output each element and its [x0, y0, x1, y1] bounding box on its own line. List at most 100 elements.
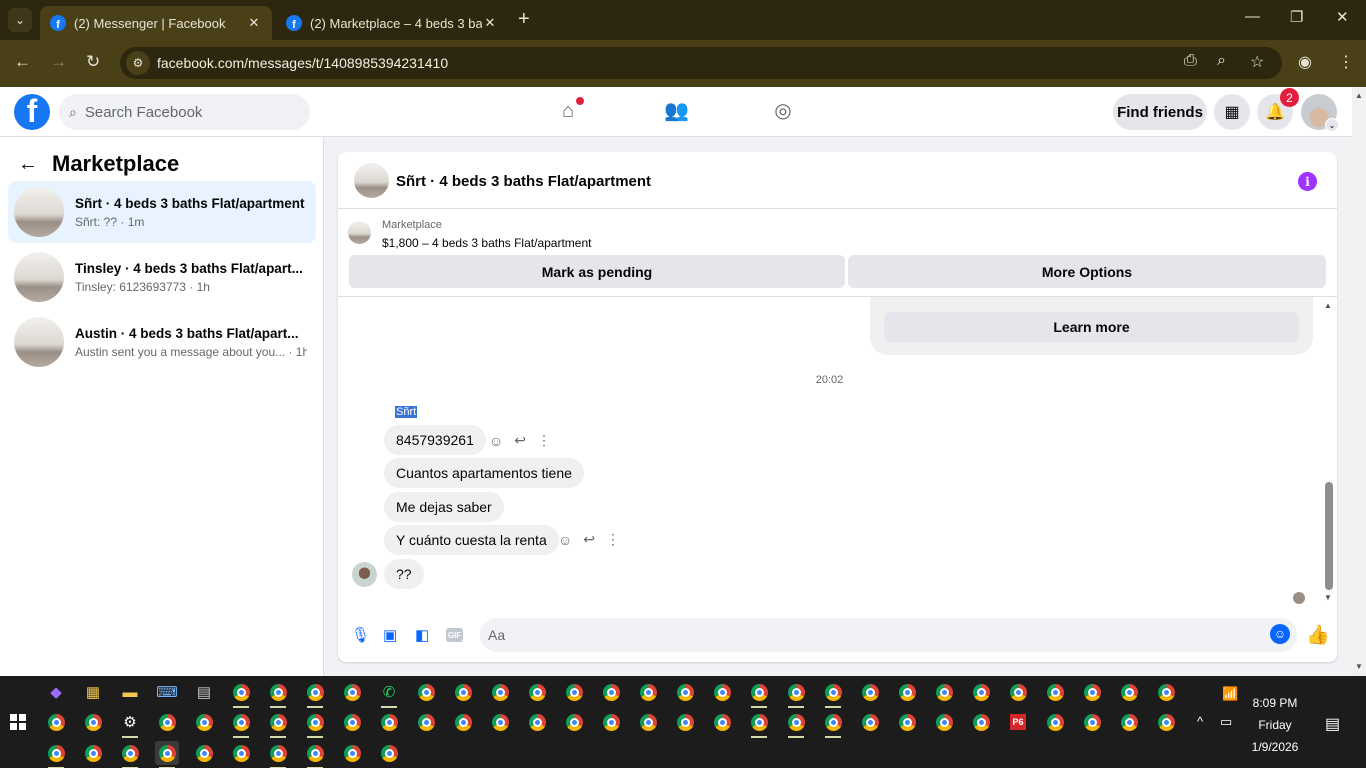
chrome-app-icon[interactable]: [525, 710, 549, 734]
chrome-app-icon[interactable]: [747, 680, 771, 708]
chat-title[interactable]: Sñrt · 4 beds 3 baths Flat/apartment: [396, 173, 651, 190]
emoji-icon[interactable]: ☺: [1270, 624, 1290, 644]
search-input[interactable]: [84, 103, 285, 121]
message-bubble[interactable]: Me dejas saber: [384, 492, 504, 522]
chrome-app-icon[interactable]: [1154, 710, 1178, 734]
notifications-bell-icon[interactable]: 🔔 2: [1257, 88, 1299, 130]
groups-icon[interactable]: ◎: [771, 99, 795, 123]
copilot-app-icon[interactable]: ◆: [44, 680, 68, 704]
chrome-app-icon[interactable]: [1154, 680, 1178, 704]
chrome-app-icon[interactable]: [895, 710, 919, 734]
thread-item[interactable]: Austin · 4 beds 3 baths Flat/apart... Au…: [8, 311, 316, 373]
restore-icon[interactable]: ❐: [1290, 8, 1303, 26]
close-tab-icon[interactable]: ✕: [482, 15, 498, 31]
chrome-app-icon[interactable]: [44, 710, 68, 734]
chrome-app-icon[interactable]: [599, 680, 623, 704]
chrome-app-icon[interactable]: [636, 710, 660, 734]
chevron-up-icon[interactable]: ^: [1197, 714, 1203, 729]
profile-icon[interactable]: ◉: [1298, 52, 1312, 72]
home-icon[interactable]: ⌂: [556, 97, 584, 123]
reply-icon[interactable]: ↩: [583, 531, 595, 548]
new-tab-icon[interactable]: +: [518, 8, 530, 31]
chat-avatar[interactable]: [354, 163, 389, 198]
chrome-app-icon[interactable]: [192, 710, 216, 734]
chrome-app-icon[interactable]: [747, 710, 771, 738]
friends-icon[interactable]: 👥: [664, 99, 689, 123]
chrome-app-icon[interactable]: [377, 741, 401, 765]
chrome-app-icon[interactable]: [969, 680, 993, 704]
scroll-up-icon[interactable]: ▲: [1355, 91, 1363, 100]
chrome-app-icon[interactable]: [1043, 710, 1067, 734]
thread-item[interactable]: Sñrt · 4 beds 3 baths Flat/apartment Sñr…: [8, 181, 316, 243]
react-icon[interactable]: ☺: [558, 532, 572, 548]
chrome-app-icon[interactable]: [932, 710, 956, 734]
find-friends-button[interactable]: Find friends: [1113, 94, 1207, 130]
more-icon[interactable]: ⋮: [606, 531, 620, 548]
chrome-app-icon[interactable]: [266, 710, 290, 738]
account-avatar[interactable]: ⌄: [1301, 94, 1339, 132]
chrome-app-icon[interactable]: [192, 741, 216, 765]
photo-icon[interactable]: ▣: [383, 626, 397, 644]
chrome-app-icon[interactable]: [81, 741, 105, 765]
chrome-app-icon[interactable]: [858, 710, 882, 734]
learn-more-button[interactable]: Learn more: [884, 312, 1299, 342]
reply-icon[interactable]: ↩: [514, 432, 526, 449]
chrome-app-icon[interactable]: [229, 710, 253, 738]
thread-item[interactable]: Tinsley · 4 beds 3 baths Flat/apart... T…: [8, 246, 316, 308]
whatsapp-app-icon[interactable]: ✆: [377, 680, 401, 708]
chrome-app-icon[interactable]: [562, 680, 586, 704]
scroll-down-icon[interactable]: ▼: [1324, 593, 1332, 602]
scrollbar-thumb[interactable]: [1325, 482, 1333, 590]
chrome-app-icon[interactable]: [340, 680, 364, 704]
browser-menu-icon[interactable]: ⋮: [1338, 52, 1354, 72]
chrome-app-icon[interactable]: [414, 710, 438, 734]
back-arrow-icon[interactable]: ←: [18, 153, 38, 176]
message-bubble[interactable]: Y cuánto cuesta la renta: [384, 525, 559, 555]
chrome-app-icon[interactable]: [303, 741, 327, 768]
url-text[interactable]: facebook.com/messages/t/1408985394231410: [157, 55, 448, 71]
install-app-icon[interactable]: ⎙: [1184, 52, 1197, 70]
chrome-app-icon[interactable]: [710, 680, 734, 704]
more-icon[interactable]: ⋮: [537, 432, 551, 449]
chrome-app-icon[interactable]: [895, 680, 919, 704]
chrome-app-icon[interactable]: [1080, 680, 1104, 704]
sender-avatar[interactable]: [352, 562, 377, 587]
page-scrollbar[interactable]: ▲ ▼: [1352, 87, 1366, 676]
chrome-app-icon[interactable]: [81, 710, 105, 734]
bookmark-star-icon[interactable]: ☆: [1250, 52, 1264, 72]
chrome-app-icon[interactable]: [821, 680, 845, 708]
message-bubble[interactable]: Cuantos apartamentos tiene: [384, 458, 584, 488]
forward-icon[interactable]: →: [50, 52, 67, 72]
zoom-icon[interactable]: ⌕: [1217, 52, 1226, 70]
wifi-icon[interactable]: 📶: [1222, 686, 1238, 702]
chrome-app-icon[interactable]: [1117, 680, 1141, 704]
chrome-app-icon[interactable]: [451, 710, 475, 734]
chrome-app-icon[interactable]: [636, 680, 660, 704]
minimize-icon[interactable]: —: [1245, 8, 1260, 25]
address-bar[interactable]: ⚙ facebook.com/messages/t/14089853942314…: [120, 47, 1282, 79]
battery-icon[interactable]: ▭: [1220, 714, 1232, 730]
chrome-app-icon[interactable]: [266, 741, 290, 768]
facebook-search[interactable]: ⌕: [59, 94, 310, 130]
keyboard-app-icon[interactable]: ⌨: [155, 680, 179, 704]
chrome-app-icon[interactable]: [673, 680, 697, 704]
chrome-app-icon[interactable]: [340, 710, 364, 734]
chrome-app-icon[interactable]: [673, 710, 697, 734]
message-bubble[interactable]: ??: [384, 559, 424, 589]
chrome-app-icon[interactable]: [155, 710, 179, 734]
close-tab-icon[interactable]: ✕: [246, 15, 262, 31]
chrome-app-icon[interactable]: [229, 680, 253, 708]
chrome-app-icon[interactable]: [118, 741, 142, 768]
chrome-app-icon[interactable]: [451, 680, 475, 704]
tab-search-chevron-icon[interactable]: ⌄: [8, 8, 32, 32]
back-icon[interactable]: ←: [14, 52, 31, 72]
chrome-app-icon[interactable]: [562, 710, 586, 734]
chrome-app-icon[interactable]: [1006, 680, 1030, 704]
tab-messenger[interactable]: f (2) Messenger | Facebook ✕: [40, 6, 272, 40]
store-app-icon[interactable]: ▦: [81, 680, 105, 704]
chrome-app-icon[interactable]: [710, 710, 734, 734]
chrome-app-icon[interactable]: [1117, 710, 1141, 734]
more-options-button[interactable]: More Options: [848, 255, 1326, 288]
microphone-icon[interactable]: 🎙: [351, 626, 370, 644]
chrome-app-icon[interactable]: [266, 680, 290, 708]
